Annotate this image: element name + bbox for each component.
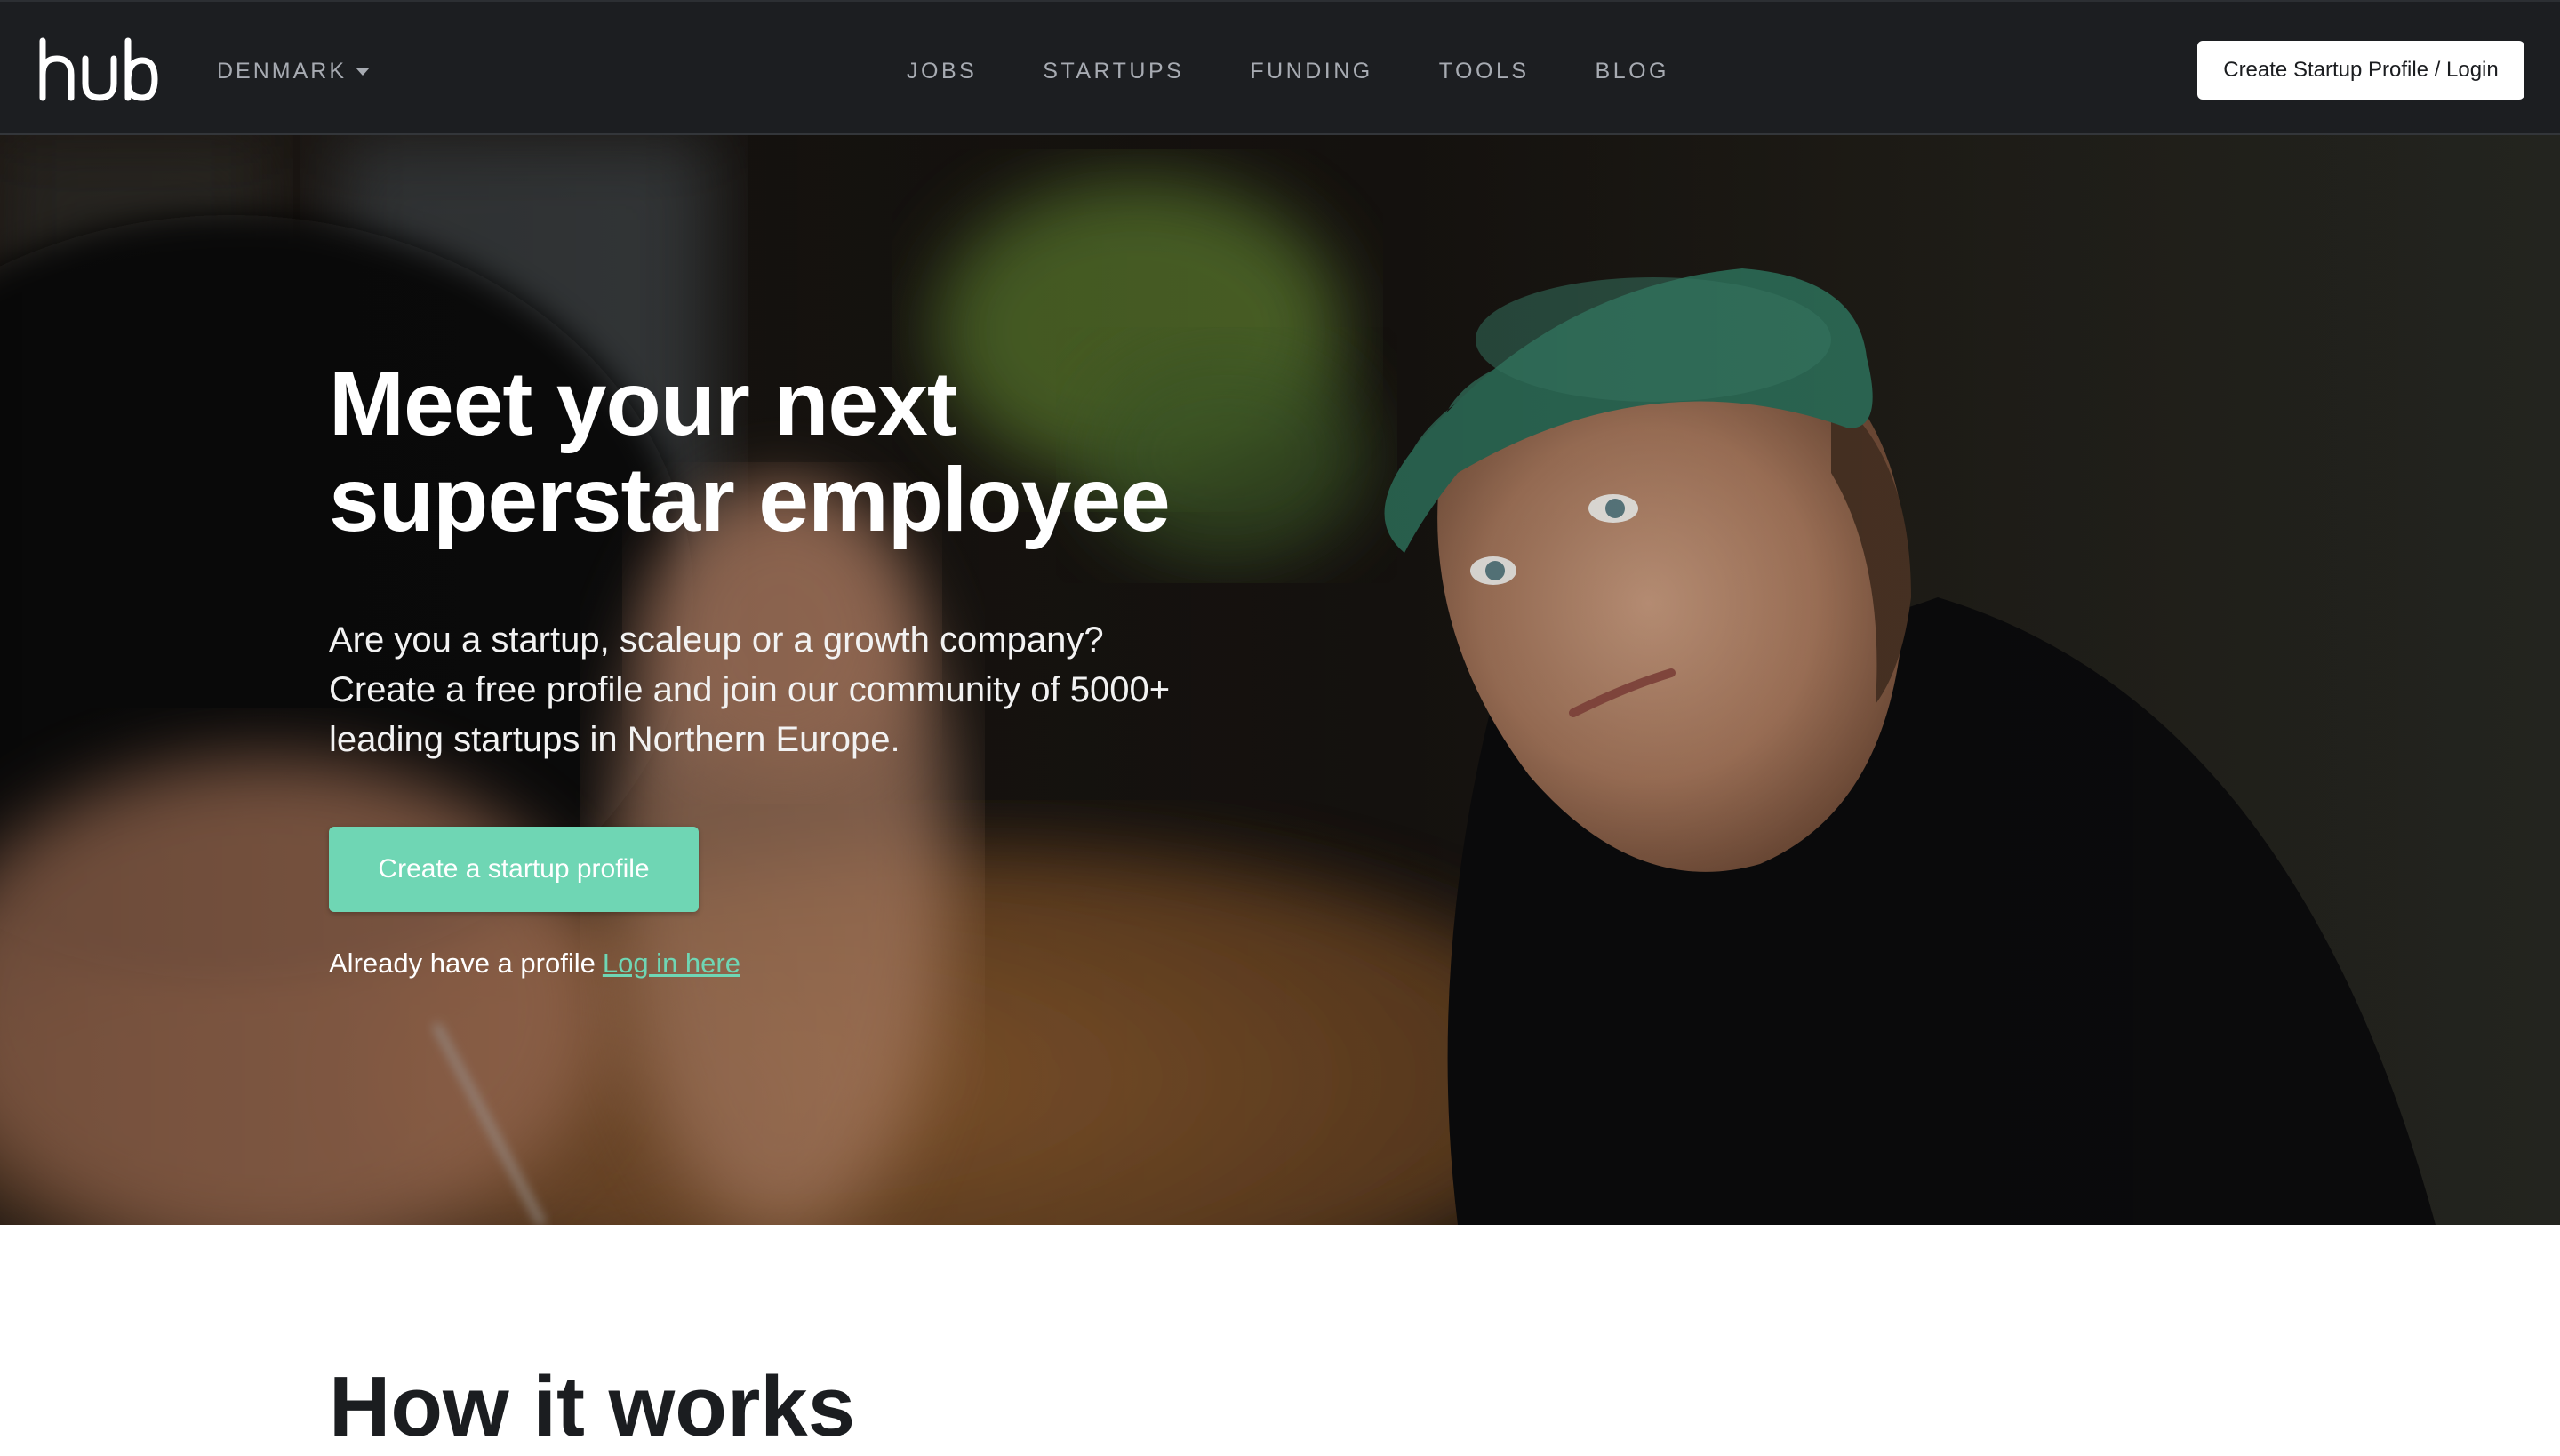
main-nav: JOBS STARTUPS FUNDING TOOLS BLOG [907,53,1669,89]
login-prompt-text: Already have a profile [329,948,596,979]
nav-link-startups[interactable]: STARTUPS [1043,59,1184,84]
country-selector[interactable]: DENMARK [217,53,371,89]
hero-subtitle: Are you a startup, scaleup or a growth c… [329,615,1182,764]
chevron-down-icon [356,67,371,76]
hub-logo[interactable] [37,37,158,101]
create-profile-login-button[interactable]: Create Startup Profile / Login [2197,41,2524,100]
top-navbar: DENMARK JOBS STARTUPS FUNDING TOOLS BLOG… [0,0,2560,135]
hero-title-line-2: superstar employee [329,449,1171,550]
login-link[interactable]: Log in here [603,948,740,979]
hero-title-line-1: Meet your next [329,353,957,454]
hero-subtitle-line-1: Are you a startup, scaleup or a growth c… [329,620,1104,660]
hero-content: Meet your next superstar employee Are yo… [329,356,1218,980]
hero-subtitle-line-3: leading startups in Northern Europe. [329,720,900,759]
hero-section: Meet your next superstar employee Are yo… [0,135,2560,1225]
nav-link-blog[interactable]: BLOG [1596,59,1669,84]
how-it-works-heading: How it works [329,1359,856,1454]
nav-link-funding[interactable]: FUNDING [1250,59,1372,84]
hero-subtitle-line-2: Create a free profile and join our commu… [329,670,1171,709]
country-label: DENMARK [217,58,348,84]
nav-link-tools[interactable]: TOOLS [1439,59,1530,84]
create-startup-profile-button[interactable]: Create a startup profile [329,827,699,912]
hero-title: Meet your next superstar employee [329,356,1218,548]
nav-link-jobs[interactable]: JOBS [907,59,977,84]
login-prompt: Already have a profile Log in here [329,948,1218,980]
